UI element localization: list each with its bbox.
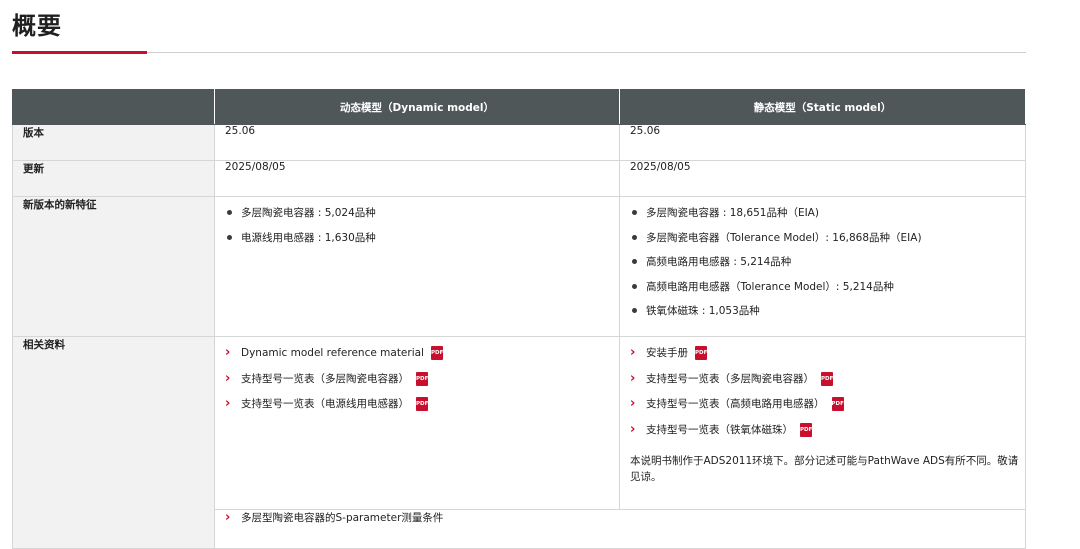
- list-item: 高频电路用电感器（Tolerance Model）: 5,214品种: [630, 279, 1015, 304]
- title-divider: [12, 52, 1026, 53]
- pdf-icon[interactable]: PDF: [800, 422, 812, 437]
- row-resources: 相关资料 › Dynamic model reference material PD…: [12, 336, 1026, 549]
- bullet-icon: [632, 259, 637, 264]
- chevron-right-icon: ›: [225, 396, 231, 411]
- static-features-cell: 多层陶瓷电容器 : 18,651品种（EIA) 多层陶瓷电容器（Toleranc…: [619, 196, 1026, 337]
- chevron-right-icon: ›: [630, 421, 636, 437]
- row-new-features: 新版本的新特征 多层陶瓷电容器 : 5,024品种 电源线用电感器 : 1,63…: [12, 196, 1026, 337]
- row-label-new-features: 新版本的新特征: [12, 196, 215, 337]
- list-item: 多层陶瓷电容器（Tolerance Model）: 16,868品种（EIA): [630, 230, 1015, 255]
- static-resources-cell: › 安装手册 PDF › 支持型号一览表（多层陶瓷电容器） PDF › 支持型号一览表（高…: [619, 336, 1026, 510]
- row-label-resources: 相关资料: [12, 336, 215, 549]
- dynamic-features-list: 多层陶瓷电容器 : 5,024品种 电源线用电感器 : 1,630品种: [225, 205, 609, 254]
- static-version: 25.06: [619, 124, 1026, 161]
- bullet-icon: [632, 234, 637, 240]
- header-static-model: 静态模型（Static model）: [619, 89, 1026, 125]
- resource-link-static-mlcc-list[interactable]: › 支持型号一览表（多层陶瓷电容器） PDF: [630, 371, 1015, 397]
- pdf-icon[interactable]: PDF: [831, 397, 844, 411]
- list-item: 多层陶瓷电容器 : 5,024品种: [225, 205, 609, 230]
- row-label-update: 更新: [12, 160, 215, 197]
- sparameter-cell: › 多层型陶瓷电容器的S-parameter测量条件: [214, 509, 1026, 549]
- dynamic-resources-cell: › Dynamic model reference material PDF › 支持…: [214, 336, 620, 510]
- resource-link-dynamic-reference[interactable]: › Dynamic model reference material PDF: [225, 345, 609, 371]
- resource-link-install-manual[interactable]: › 安装手册 PDF: [630, 345, 1015, 371]
- resource-link-dynamic-inductor-list[interactable]: › 支持型号一览表（电源线用电感器） PDF: [225, 396, 609, 422]
- static-resources-note: 本说明书制作于ADS2011环境下。部分记述可能与PathWave ADS有所不…: [630, 455, 1019, 483]
- page-title: 概要: [12, 12, 62, 40]
- pdf-icon[interactable]: PDF: [695, 346, 707, 360]
- dynamic-update-date: 2025/08/05: [214, 160, 620, 197]
- resource-link-static-hf-inductor-list[interactable]: › 支持型号一览表（高频电路用电感器） PDF: [630, 396, 1015, 422]
- dynamic-version: 25.06: [214, 124, 620, 161]
- resource-link-static-ferrite-bead-list[interactable]: › 支持型号一览表（铁氧体磁珠） PDF: [630, 422, 1015, 448]
- static-update-date: 2025/08/05: [619, 160, 1026, 197]
- pdf-icon[interactable]: PDF: [430, 346, 443, 360]
- header-row: 动态模型（Dynamic model） 静态模型（Static model）: [12, 89, 1026, 125]
- row-update: 更新 2025/08/05 2025/08/05: [12, 160, 1026, 197]
- pdf-icon[interactable]: PDF: [416, 397, 428, 411]
- pdf-icon[interactable]: PDF: [416, 371, 428, 386]
- dynamic-resource-links: › Dynamic model reference material PDF › 支持…: [225, 345, 609, 422]
- list-item: 电源线用电感器 : 1,630品种: [225, 230, 609, 255]
- overview-table: 动态模型（Dynamic model） 静态模型（Static model） 版…: [12, 89, 1026, 549]
- chevron-right-icon: ›: [630, 396, 636, 411]
- bullet-icon: [632, 308, 637, 313]
- chevron-right-icon: ›: [630, 370, 636, 386]
- pdf-icon[interactable]: PDF: [821, 371, 833, 386]
- header-corner: [12, 89, 215, 125]
- header-dynamic-model: 动态模型（Dynamic model）: [214, 89, 620, 125]
- resource-link-dynamic-mlcc-list[interactable]: › 支持型号一览表（多层陶瓷电容器） PDF: [225, 371, 609, 397]
- row-version: 版本 25.06 25.06: [12, 124, 1026, 161]
- bullet-icon: [632, 283, 637, 289]
- chevron-right-icon: ›: [630, 345, 636, 360]
- title-accent-bar: [12, 51, 147, 54]
- bullet-icon: [227, 210, 232, 215]
- bullet-icon: [227, 234, 232, 240]
- list-item: 多层陶瓷电容器 : 18,651品种（EIA): [630, 205, 1015, 230]
- static-resource-links: › 安装手册 PDF › 支持型号一览表（多层陶瓷电容器） PDF › 支持型号一览表（高…: [630, 345, 1015, 447]
- chevron-right-icon: ›: [225, 510, 231, 525]
- resource-link-sparameter-conditions[interactable]: › 多层型陶瓷电容器的S-parameter测量条件: [225, 510, 1015, 525]
- row-label-version: 版本: [12, 124, 215, 161]
- dynamic-features-cell: 多层陶瓷电容器 : 5,024品种 电源线用电感器 : 1,630品种: [214, 196, 620, 337]
- list-item: 高频电路用电感器 : 5,214品种: [630, 254, 1015, 279]
- bullet-icon: [632, 210, 637, 215]
- list-item: 铁氧体磁珠 : 1,053品种: [630, 303, 1015, 328]
- static-features-list: 多层陶瓷电容器 : 18,651品种（EIA) 多层陶瓷电容器（Toleranc…: [630, 205, 1015, 328]
- chevron-right-icon: ›: [225, 370, 231, 386]
- chevron-right-icon: ›: [225, 345, 231, 360]
